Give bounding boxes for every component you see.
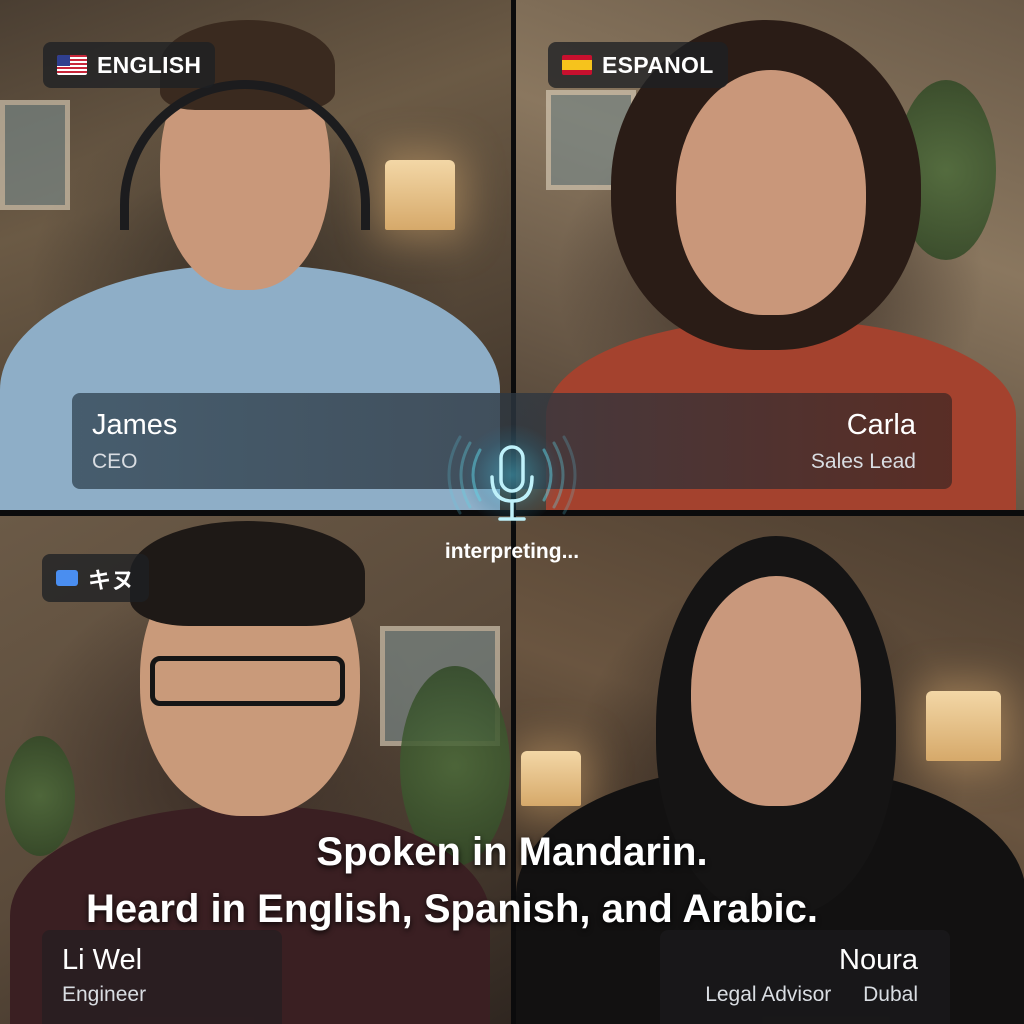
glasses — [150, 656, 345, 706]
participant-role: Engineer — [62, 983, 147, 1006]
language-badge-spanish: ESPANOL — [548, 42, 728, 88]
microphone-icon — [447, 435, 577, 521]
participant-location: Dubal — [863, 983, 918, 1006]
zh-flag-icon — [56, 570, 78, 586]
caption-line-1: Spoken in Mandarin. — [316, 830, 708, 874]
headphones — [120, 80, 370, 230]
language-label: ENGLISH — [97, 51, 202, 78]
video-call-grid: ENGLISH ESPANOL キヌ James CEO Carla Sales… — [0, 0, 1024, 1024]
caption-line-2: Heard in English, Spanish, and Arabic. — [86, 887, 818, 931]
name-tag-noura: Noura Legal Advisor Dubal — [660, 930, 950, 1024]
name-tag-li: Li Wel Engineer — [42, 930, 282, 1024]
lamp — [521, 751, 581, 806]
name-tag-james: James CEO — [92, 409, 177, 474]
lamp — [926, 691, 1001, 761]
lamp — [385, 160, 455, 230]
interpreter-mic-button[interactable] — [422, 425, 602, 535]
us-flag-icon — [57, 55, 87, 75]
language-label: ESPANOL — [602, 51, 714, 78]
language-badge-english: ENGLISH — [43, 42, 216, 88]
participant-name: Li Wel — [62, 944, 143, 976]
interpreting-status: interpreting... — [444, 540, 580, 563]
participant-name: James — [92, 409, 178, 441]
participant-name: Carla — [846, 409, 916, 441]
language-label: キヌ — [88, 567, 135, 593]
name-tag-carla: Carla Sales Lead — [811, 409, 916, 474]
participant-role: Sales Lead — [810, 450, 916, 473]
es-flag-icon — [562, 55, 592, 75]
participant-role: Legal Advisor — [705, 983, 832, 1006]
wall-picture — [0, 100, 70, 210]
participant-meta: Legal Advisor Dubal — [660, 983, 918, 1007]
participant-role: CEO — [92, 450, 138, 473]
participant-name: Noura — [839, 944, 918, 976]
